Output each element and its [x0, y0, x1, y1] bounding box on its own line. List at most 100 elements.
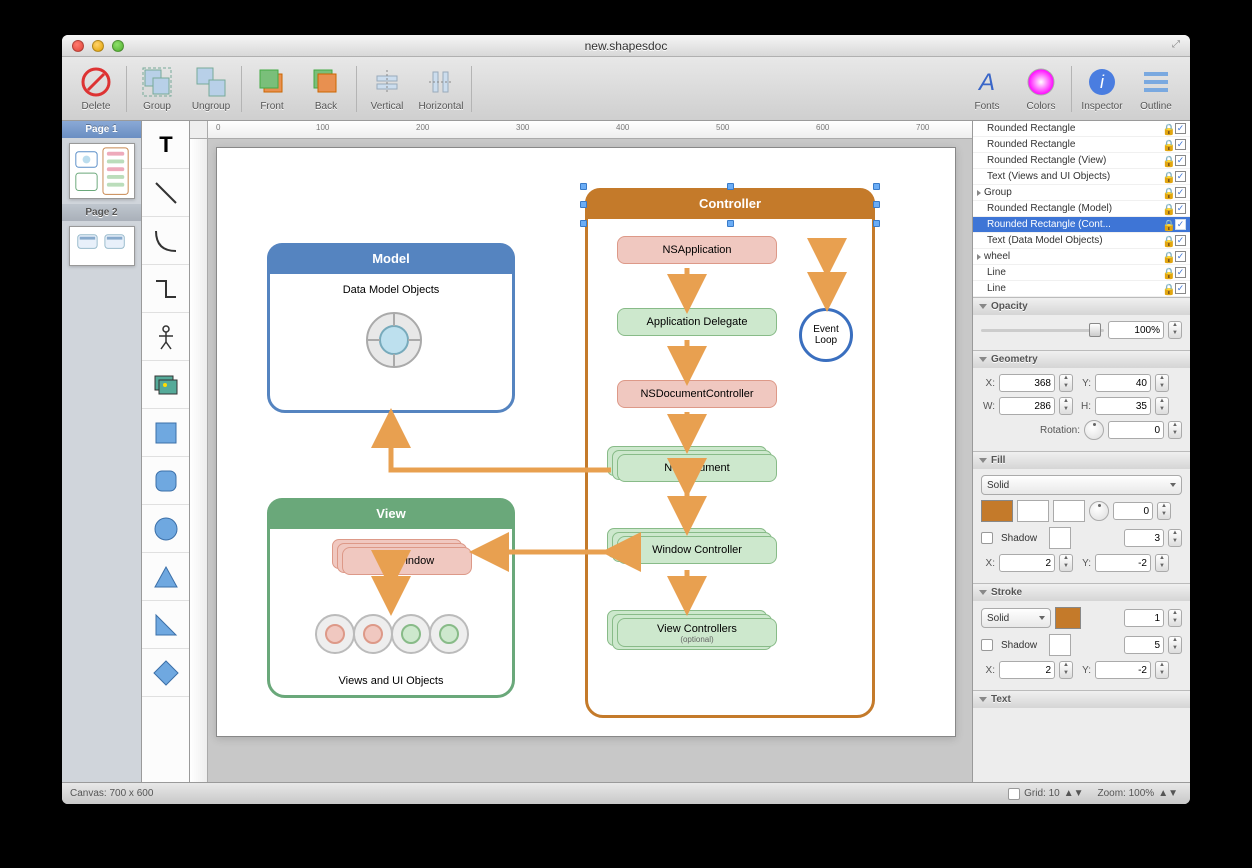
image-tool[interactable] [142, 361, 189, 409]
canvas[interactable]: Model Data Model Objects View NSWindow [216, 147, 956, 737]
visibility-check[interactable]: ✓ [1175, 283, 1186, 294]
visibility-check[interactable]: ✓ [1175, 139, 1186, 150]
status-zoom[interactable]: Zoom: 100% [1098, 788, 1155, 799]
status-grid[interactable]: Grid: 10 [1024, 788, 1060, 799]
zoom-window-button[interactable] [112, 40, 124, 52]
fullscreen-icon[interactable]: ⤢ [1172, 39, 1184, 51]
back-button[interactable]: Back [304, 66, 348, 112]
geom-x-field[interactable] [999, 374, 1055, 392]
fill-shadow-color[interactable] [1049, 527, 1071, 549]
opacity-stepper[interactable]: ▲▼ [1168, 321, 1182, 339]
group-button[interactable]: Group [135, 66, 179, 112]
page-thumbnail-1[interactable] [69, 143, 135, 199]
outline-button[interactable]: Outline [1134, 66, 1178, 112]
geom-w-field[interactable] [999, 397, 1055, 415]
fill-shadow-blur[interactable] [1124, 529, 1164, 547]
rotation-dial[interactable] [1084, 420, 1104, 440]
lock-icon[interactable]: 🔒 [1162, 251, 1172, 261]
visibility-check[interactable]: ✓ [1175, 187, 1186, 198]
lock-icon[interactable]: 🔒 [1162, 123, 1172, 133]
outline-row[interactable]: Group🔒✓ [973, 185, 1190, 201]
visibility-check[interactable]: ✓ [1175, 171, 1186, 182]
stroke-width-field[interactable] [1124, 609, 1164, 627]
lock-icon[interactable]: 🔒 [1162, 203, 1172, 213]
outline-row[interactable]: Rounded Rectangle🔒✓ [973, 121, 1190, 137]
page-thumbnail-2[interactable] [69, 226, 135, 266]
window-title-bar[interactable]: new.shapesdoc ⤢ [62, 35, 1190, 57]
align-vertical-button[interactable]: Vertical [365, 66, 409, 112]
fill-color-swatch[interactable] [981, 500, 1013, 522]
step-line-tool[interactable] [142, 265, 189, 313]
fill-color-swatch-2[interactable] [1017, 500, 1049, 522]
lock-icon[interactable]: 🔒 [1162, 235, 1172, 245]
stroke-shadow-color[interactable] [1049, 634, 1071, 656]
section-text[interactable]: Text [973, 691, 1190, 708]
outline-row[interactable]: Line🔒✓ [973, 281, 1190, 297]
fill-shadow-check[interactable] [981, 532, 993, 544]
circle-tool[interactable] [142, 505, 189, 553]
opacity-slider[interactable] [981, 321, 1104, 339]
visibility-check[interactable]: ✓ [1175, 267, 1186, 278]
lock-icon[interactable]: 🔒 [1162, 267, 1172, 277]
lock-icon[interactable]: 🔒 [1162, 283, 1172, 293]
close-window-button[interactable] [72, 40, 84, 52]
lock-icon[interactable]: 🔒 [1162, 139, 1172, 149]
minimize-window-button[interactable] [92, 40, 104, 52]
lock-icon[interactable]: 🔒 [1162, 155, 1172, 165]
outline-row[interactable]: Rounded Rectangle🔒✓ [973, 137, 1190, 153]
outline-list[interactable]: Rounded Rectangle🔒✓Rounded Rectangle🔒✓ Ro… [973, 121, 1190, 297]
diagram-window-controller[interactable]: Window Controller [617, 536, 777, 570]
visibility-check[interactable]: ✓ [1175, 251, 1186, 262]
fill-shadow-x[interactable] [999, 554, 1055, 572]
page-tab-1[interactable]: Page 1 [62, 121, 141, 138]
section-fill[interactable]: Fill [973, 452, 1190, 469]
fill-angle-field[interactable] [1113, 502, 1153, 520]
diagram-nsdocument[interactable]: NSDocument [617, 454, 777, 488]
outline-row[interactable]: Rounded Rectangle (Model)🔒✓ [973, 201, 1190, 217]
geom-h-field[interactable] [1095, 397, 1151, 415]
curve-tool[interactable] [142, 217, 189, 265]
geom-y-stepper[interactable]: ▲▼ [1155, 374, 1169, 392]
triangle-tool[interactable] [142, 553, 189, 601]
canvas-area[interactable]: 0 100 200 300 400 500 600 700 Model Data… [190, 121, 972, 782]
fill-color-swatch-3[interactable] [1053, 500, 1085, 522]
lock-icon[interactable]: 🔒 [1162, 219, 1172, 229]
fill-shadow-y[interactable] [1095, 554, 1151, 572]
visibility-check[interactable]: ✓ [1175, 219, 1186, 230]
fill-mode-popup[interactable]: Solid [981, 475, 1182, 495]
stroke-color-swatch[interactable] [1055, 607, 1081, 629]
rotation-field[interactable] [1108, 421, 1164, 439]
diagram-model-box[interactable]: Model Data Model Objects [267, 243, 515, 413]
diagram-doc-controller[interactable]: NSDocumentController [617, 380, 777, 408]
outline-row[interactable]: Line🔒✓ [973, 265, 1190, 281]
section-stroke[interactable]: Stroke [973, 584, 1190, 601]
section-geometry[interactable]: Geometry [973, 351, 1190, 368]
fill-angle-stepper[interactable]: ▲▼ [1157, 502, 1171, 520]
visibility-check[interactable]: ✓ [1175, 235, 1186, 246]
diagram-nsapplication[interactable]: NSApplication [617, 236, 777, 264]
visibility-check[interactable]: ✓ [1175, 155, 1186, 166]
rectangle-tool[interactable] [142, 409, 189, 457]
grid-check[interactable] [1008, 788, 1020, 800]
align-horizontal-button[interactable]: Horizontal [419, 66, 463, 112]
lock-icon[interactable]: 🔒 [1162, 187, 1172, 197]
outline-row[interactable]: Text (Views and UI Objects)🔒✓ [973, 169, 1190, 185]
stroke-shadow-y[interactable] [1095, 661, 1151, 679]
visibility-check[interactable]: ✓ [1175, 123, 1186, 134]
diagram-view-box[interactable]: View NSWindow Views and UI Objects [267, 498, 515, 698]
stroke-shadow-x[interactable] [999, 661, 1055, 679]
text-tool[interactable]: T [142, 121, 189, 169]
geom-x-stepper[interactable]: ▲▼ [1059, 374, 1073, 392]
page-tab-2[interactable]: Page 2 [62, 204, 141, 221]
visibility-check[interactable]: ✓ [1175, 203, 1186, 214]
ungroup-button[interactable]: Ungroup [189, 66, 233, 112]
rotation-stepper[interactable]: ▲▼ [1168, 421, 1182, 439]
lock-icon[interactable]: 🔒 [1162, 171, 1172, 181]
outline-row[interactable]: wheel🔒✓ [973, 249, 1190, 265]
actor-tool[interactable] [142, 313, 189, 361]
outline-row[interactable]: Rounded Rectangle (Cont...🔒✓ [973, 217, 1190, 233]
geom-w-stepper[interactable]: ▲▼ [1059, 397, 1073, 415]
colors-button[interactable]: Colors [1019, 66, 1063, 112]
rounded-rectangle-tool[interactable] [142, 457, 189, 505]
diagram-view-controllers[interactable]: View Controllers (optional) [617, 618, 777, 658]
